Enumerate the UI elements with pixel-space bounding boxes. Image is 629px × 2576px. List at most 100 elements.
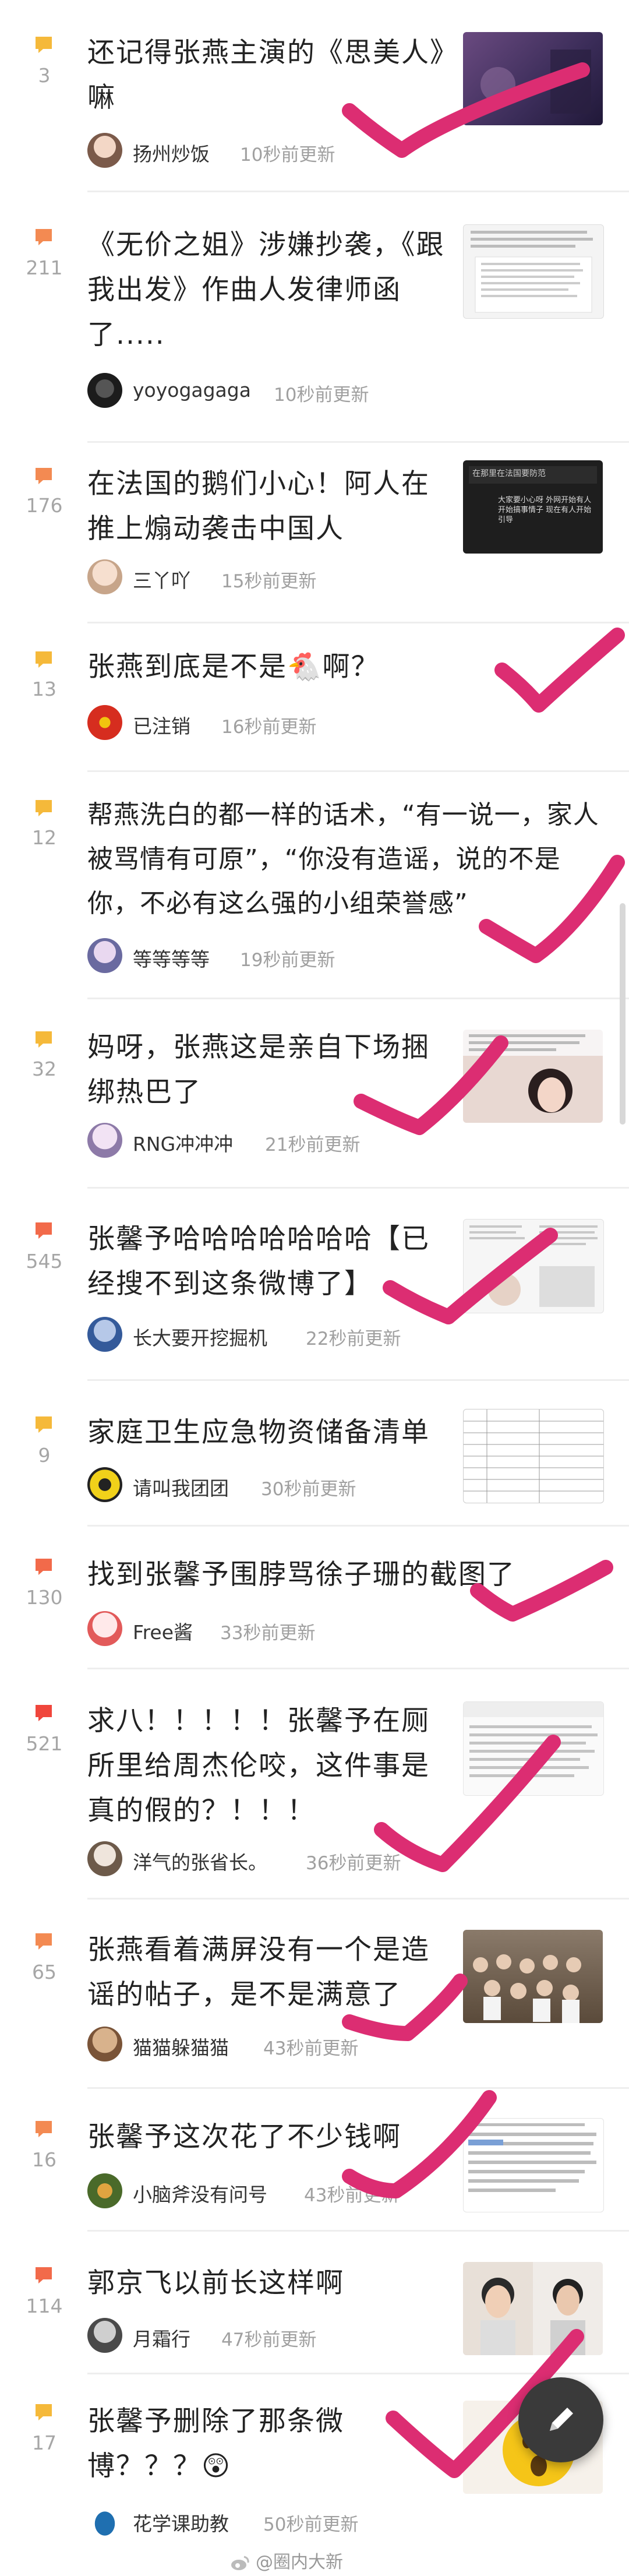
post-title[interactable]: 求八！！！！！张馨予在厕所里给周杰伦咬，这件事是真的假的？！！！ [87, 1698, 448, 1833]
comment-bubble-icon [34, 798, 54, 818]
post-title[interactable]: 郭京飞以前长这样啊 [87, 2261, 448, 2306]
update-time: 19秒前更新 [240, 950, 335, 971]
post-thumbnail[interactable] [463, 2118, 604, 2212]
username[interactable]: 月霜行 [133, 2324, 190, 2352]
username[interactable]: 洋气的张省长。 [133, 1847, 267, 1875]
post-thumbnail[interactable] [463, 1930, 603, 2023]
avatar[interactable] [87, 559, 122, 594]
username[interactable]: Free酱 [133, 1617, 193, 1645]
username[interactable]: 等等等等 [133, 944, 210, 972]
comment-count: 130 [26, 1586, 63, 1609]
post-title[interactable]: 帮燕洗白的都一样的话术，“有一说一，家人被骂情有可原”，“你没有造谣，说的不是你… [87, 793, 600, 926]
scrollbar[interactable] [620, 903, 626, 2476]
update-time: 50秒前更新 [263, 2514, 359, 2535]
post-title[interactable]: 还记得张燕主演的《思美人》嘛 [87, 30, 448, 120]
comment-bubble-icon [34, 2119, 54, 2139]
pencil-icon [550, 2408, 573, 2431]
update-time: 30秒前更新 [261, 1479, 356, 1500]
list-item[interactable]: 114 郭京飞以前长这样啊 月霜行 47秒前更新 [0, 2232, 629, 2374]
username[interactable]: 花学课助教 [133, 2508, 229, 2536]
avatar[interactable] [87, 133, 122, 168]
thumbnail-text: 在那里在法国要防范 [472, 469, 546, 478]
comment-bubble-icon [34, 1221, 54, 1241]
avatar[interactable] [87, 2027, 122, 2061]
post-thumbnail[interactable]: 在那里在法国要防范 大家要小心呀 外网开始有人开始搞事情子 现在有人开始引导 [463, 460, 603, 554]
username[interactable]: 猫猫躲猫猫 [133, 2032, 229, 2060]
username[interactable]: 已注销 [133, 711, 190, 739]
username[interactable]: 长大要开挖掘机 [133, 1323, 267, 1351]
username[interactable]: 三丫吖 [133, 565, 190, 593]
post-thumbnail[interactable] [463, 1701, 604, 1796]
avatar[interactable] [87, 1841, 122, 1876]
avatar[interactable] [87, 1467, 122, 1502]
comment-count: 32 [32, 1058, 56, 1080]
post-thumbnail[interactable] [463, 32, 603, 125]
avatar[interactable] [87, 1611, 122, 1646]
username[interactable]: yoyogagaga [133, 379, 251, 401]
comment-bubble-icon [34, 35, 54, 55]
avatar[interactable] [87, 1317, 122, 1352]
list-item[interactable]: 32 妈呀，张燕这是亲自下场捆绑热巴了 RNG冲冲冲 21秒前更新 [0, 999, 629, 1189]
update-time: 43秒前更新 [263, 2038, 359, 2059]
update-time: 15秒前更新 [221, 571, 317, 592]
list-item[interactable]: 211 《无价之姐》涉嫌抄袭，《跟我出发》作曲人发律师函了..... yoyog… [0, 192, 629, 443]
update-time: 10秒前更新 [274, 385, 369, 406]
list-item[interactable]: 130 找到张馨予围脖骂徐子珊的截图了 Free酱 33秒前更新 [0, 1527, 629, 1669]
list-item[interactable]: 9 家庭卫生应急物资储备清单 请叫我团团 30秒前更新 [0, 1381, 629, 1527]
scrollbar-thumb[interactable] [620, 903, 626, 1125]
comment-count: 16 [32, 2148, 56, 2171]
post-thumbnail[interactable] [463, 224, 604, 319]
list-item[interactable]: 65 张燕看着满屏没有一个是造谣的帖子，是不是满意了 猫猫躲猫猫 43秒前更新 [0, 1900, 629, 2089]
avatar[interactable] [87, 1123, 122, 1158]
avatar[interactable] [87, 2173, 122, 2208]
avatar[interactable] [87, 938, 122, 973]
avatar[interactable] [87, 2503, 122, 2538]
update-time: 33秒前更新 [220, 1623, 316, 1644]
comment-bubble-icon [34, 1415, 54, 1435]
comment-bubble-icon [34, 1557, 54, 1577]
update-time: 43秒前更新 [304, 2185, 400, 2206]
list-item[interactable]: 13 张燕到底是不是🐔啊？ 已注销 16秒前更新 [0, 623, 629, 772]
comment-count: 13 [32, 678, 56, 700]
post-title[interactable]: 张馨予这次花了不少钱啊 [87, 2115, 448, 2159]
post-title[interactable]: 张馨予删除了那条微博？？？😲 [87, 2399, 448, 2489]
post-title[interactable]: 找到张馨予围脖骂徐子珊的截图了 [87, 1552, 600, 1597]
post-thumbnail[interactable] [463, 1030, 603, 1123]
update-time: 36秒前更新 [306, 1853, 401, 1874]
comment-count: 12 [32, 826, 56, 849]
comment-count: 65 [32, 1961, 56, 1983]
watermark-text: @圈内大新 [256, 2552, 343, 2573]
compose-button[interactable] [518, 2377, 603, 2462]
post-title[interactable]: 张燕到底是不是🐔啊？ [87, 644, 600, 689]
post-thumbnail[interactable] [463, 1219, 604, 1313]
avatar[interactable] [87, 705, 122, 740]
post-title[interactable]: 张馨予哈哈哈哈哈哈哈【已经搜不到这条微博了】 [87, 1217, 448, 1306]
list-item[interactable]: 521 求八！！！！！张馨予在厕所里给周杰伦咬，这件事是真的假的？！！！ 洋气的… [0, 1669, 629, 1900]
list-item[interactable]: 12 帮燕洗白的都一样的话术，“有一说一，家人被骂情有可原”，“你没有造谣，说的… [0, 772, 629, 999]
post-title[interactable]: 家庭卫生应急物资储备清单 [87, 1410, 448, 1455]
post-title[interactable]: 妈呀，张燕这是亲自下场捆绑热巴了 [87, 1025, 448, 1115]
post-title[interactable]: 在法国的鹅们小心！阿人在推上煽动袭击中国人 [87, 461, 448, 551]
list-item[interactable]: 176 在法国的鹅们小心！阿人在推上煽动袭击中国人 三丫吖 15秒前更新 在那里… [0, 443, 629, 623]
post-thumbnail[interactable] [463, 2262, 603, 2355]
comment-bubble-icon [34, 650, 54, 669]
post-title[interactable]: 张燕看着满屏没有一个是造谣的帖子，是不是满意了 [87, 1927, 448, 2017]
username[interactable]: RNG冲冲冲 [133, 1129, 233, 1157]
username[interactable]: 小脑斧没有问号 [133, 2179, 267, 2207]
list-item[interactable]: 545 张馨予哈哈哈哈哈哈哈【已经搜不到这条微博了】 长大要开挖掘机 22秒前更… [0, 1189, 629, 1381]
comment-bubble-icon [34, 2402, 54, 2422]
avatar[interactable] [87, 2318, 122, 2353]
post-title[interactable]: 《无价之姐》涉嫌抄袭，《跟我出发》作曲人发律师函了..... [87, 223, 448, 357]
comment-bubble-icon [34, 1932, 54, 1951]
list-item[interactable]: 16 张馨予这次花了不少钱啊 小脑斧没有问号 43秒前更新 [0, 2089, 629, 2232]
post-thumbnail[interactable] [463, 1409, 604, 1503]
comment-count: 211 [26, 256, 63, 279]
list-item[interactable]: 3 还记得张燕主演的《思美人》嘛 扬州炒饭 10秒前更新 [0, 0, 629, 192]
username[interactable]: 扬州炒饭 [133, 139, 210, 167]
username[interactable]: 请叫我团团 [133, 1473, 229, 1501]
update-time: 10秒前更新 [240, 145, 335, 165]
comment-count: 17 [32, 2431, 56, 2454]
avatar[interactable] [87, 373, 122, 408]
update-time: 16秒前更新 [221, 717, 317, 738]
update-time: 22秒前更新 [306, 1328, 401, 1349]
